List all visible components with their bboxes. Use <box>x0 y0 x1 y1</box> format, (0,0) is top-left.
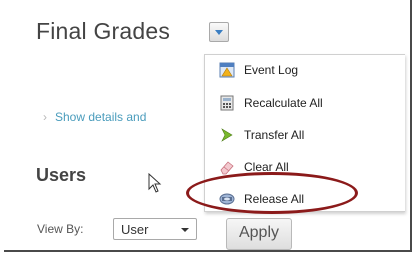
view-by-value: User <box>121 222 149 237</box>
show-details-link[interactable]: › Show details and <box>43 110 146 124</box>
chevron-down-icon <box>215 30 223 35</box>
menu-item-recalculate-all[interactable]: Recalculate All <box>205 92 405 114</box>
chevron-down-icon <box>181 228 189 232</box>
chevron-right-icon: › <box>43 110 47 124</box>
highlight-ellipse <box>186 172 358 214</box>
apply-button[interactable]: Apply <box>226 218 292 250</box>
page-title: Final Grades <box>36 18 171 44</box>
menu-item-event-log[interactable]: Event Log <box>205 59 405 81</box>
menu-item-label: Transfer All <box>244 128 305 142</box>
menu-item-label: Recalculate All <box>244 96 323 110</box>
calculator-icon <box>220 95 234 111</box>
view-by-select[interactable]: User <box>113 218 197 240</box>
users-heading: Users <box>36 165 87 185</box>
mouse-pointer-icon <box>148 173 162 193</box>
eraser-icon <box>220 161 234 175</box>
event-log-icon <box>219 62 235 78</box>
view-by-label: View By: <box>37 222 84 236</box>
transfer-arrow-icon <box>221 128 233 142</box>
context-menu-button[interactable] <box>209 22 229 42</box>
menu-item-label: Event Log <box>244 63 299 77</box>
show-details-label: Show details and <box>55 110 147 124</box>
menu-item-transfer-all[interactable]: Transfer All <box>205 124 405 146</box>
